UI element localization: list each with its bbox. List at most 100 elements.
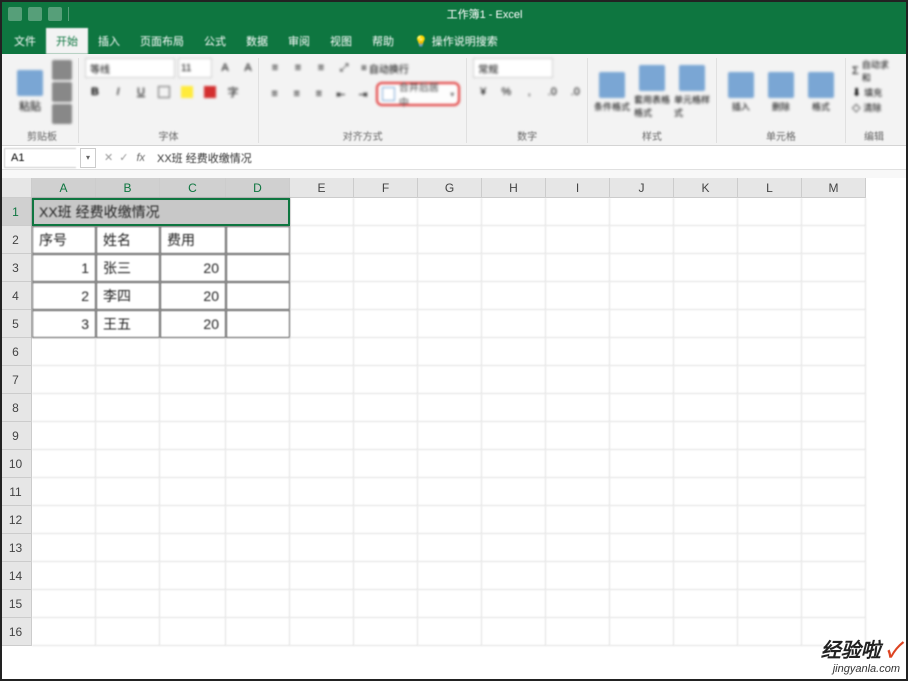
- clear-button[interactable]: ◇清除: [852, 101, 881, 114]
- cell-B10[interactable]: [96, 450, 160, 478]
- row-header-9[interactable]: 9: [0, 422, 32, 450]
- cell-B16[interactable]: [96, 618, 160, 646]
- comma-button[interactable]: ,: [519, 82, 539, 102]
- cell-C9[interactable]: [160, 422, 226, 450]
- cell-J13[interactable]: [610, 534, 674, 562]
- cell-H7[interactable]: [482, 366, 546, 394]
- cell-D3[interactable]: [226, 254, 290, 282]
- cell-B15[interactable]: [96, 590, 160, 618]
- col-header-I[interactable]: I: [546, 178, 610, 198]
- cell-C5[interactable]: 20: [160, 310, 226, 338]
- cell-E6[interactable]: [290, 338, 354, 366]
- cell-F6[interactable]: [354, 338, 418, 366]
- cell-M4[interactable]: [802, 282, 866, 310]
- align-left-button[interactable]: ≡: [265, 84, 284, 104]
- grow-font-button[interactable]: A: [215, 58, 235, 78]
- font-name-select[interactable]: [85, 58, 175, 78]
- cell-E4[interactable]: [290, 282, 354, 310]
- autosum-button[interactable]: Σ自动求和: [852, 58, 896, 84]
- delete-cells-button[interactable]: 删除: [763, 62, 799, 122]
- align-middle-button[interactable]: ≡: [288, 58, 308, 78]
- cell-H1[interactable]: [482, 198, 546, 226]
- cell-G9[interactable]: [418, 422, 482, 450]
- cell-F15[interactable]: [354, 590, 418, 618]
- font-size-select[interactable]: [178, 58, 212, 78]
- cell-E13[interactable]: [290, 534, 354, 562]
- cell-styles-button[interactable]: 单元格样式: [674, 62, 710, 122]
- row-header-4[interactable]: 4: [0, 282, 32, 310]
- cell-I5[interactable]: [546, 310, 610, 338]
- cell-K14[interactable]: [674, 562, 738, 590]
- fill-button[interactable]: ⬇填充: [852, 86, 882, 99]
- underline-button[interactable]: U: [131, 82, 151, 102]
- cell-L6[interactable]: [738, 338, 802, 366]
- cell-A8[interactable]: [32, 394, 96, 422]
- cell-E5[interactable]: [290, 310, 354, 338]
- cell-C12[interactable]: [160, 506, 226, 534]
- cell-F11[interactable]: [354, 478, 418, 506]
- col-header-C[interactable]: C: [160, 178, 226, 198]
- row-header-16[interactable]: 16: [0, 618, 32, 646]
- cell-C16[interactable]: [160, 618, 226, 646]
- spreadsheet-grid[interactable]: ABCDEFGHIJKLM1XX班 经费收缴情况2序号姓名费用31张三2042李…: [0, 178, 908, 652]
- cell-M8[interactable]: [802, 394, 866, 422]
- cell-H11[interactable]: [482, 478, 546, 506]
- cell-C7[interactable]: [160, 366, 226, 394]
- cell-G15[interactable]: [418, 590, 482, 618]
- row-header-15[interactable]: 15: [0, 590, 32, 618]
- bold-button[interactable]: B: [85, 82, 105, 102]
- cell-H4[interactable]: [482, 282, 546, 310]
- cell-F14[interactable]: [354, 562, 418, 590]
- cell-K10[interactable]: [674, 450, 738, 478]
- cell-K7[interactable]: [674, 366, 738, 394]
- cell-F4[interactable]: [354, 282, 418, 310]
- cell-L15[interactable]: [738, 590, 802, 618]
- cell-B4[interactable]: 李四: [96, 282, 160, 310]
- fx-icon[interactable]: fx: [136, 152, 151, 164]
- cell-G7[interactable]: [418, 366, 482, 394]
- cell-I16[interactable]: [546, 618, 610, 646]
- enter-formula-icon[interactable]: ✓: [119, 151, 128, 164]
- tab-view[interactable]: 视图: [320, 28, 362, 54]
- col-header-G[interactable]: G: [418, 178, 482, 198]
- cell-A5[interactable]: 3: [32, 310, 96, 338]
- cell-B7[interactable]: [96, 366, 160, 394]
- cell-C8[interactable]: [160, 394, 226, 422]
- save-icon[interactable]: [8, 7, 22, 21]
- cell-M6[interactable]: [802, 338, 866, 366]
- increase-decimal-button[interactable]: .0: [542, 82, 562, 102]
- conditional-format-button[interactable]: 条件格式: [594, 62, 630, 122]
- cell-A15[interactable]: [32, 590, 96, 618]
- cell-H15[interactable]: [482, 590, 546, 618]
- cell-L4[interactable]: [738, 282, 802, 310]
- cell-D15[interactable]: [226, 590, 290, 618]
- insert-cells-button[interactable]: 插入: [723, 62, 759, 122]
- align-top-button[interactable]: ≡: [265, 58, 285, 78]
- cell-D7[interactable]: [226, 366, 290, 394]
- cell-G6[interactable]: [418, 338, 482, 366]
- cell-F7[interactable]: [354, 366, 418, 394]
- cell-L9[interactable]: [738, 422, 802, 450]
- cell-E9[interactable]: [290, 422, 354, 450]
- cell-E8[interactable]: [290, 394, 354, 422]
- wrap-text-button[interactable]: ≡自动换行: [357, 61, 413, 76]
- cell-I2[interactable]: [546, 226, 610, 254]
- cell-G16[interactable]: [418, 618, 482, 646]
- cell-A2[interactable]: 序号: [32, 226, 96, 254]
- cell-M11[interactable]: [802, 478, 866, 506]
- cell-F2[interactable]: [354, 226, 418, 254]
- tab-review[interactable]: 审阅: [278, 28, 320, 54]
- cell-H10[interactable]: [482, 450, 546, 478]
- cell-E3[interactable]: [290, 254, 354, 282]
- cell-I7[interactable]: [546, 366, 610, 394]
- cell-G13[interactable]: [418, 534, 482, 562]
- cell-L7[interactable]: [738, 366, 802, 394]
- cell-M9[interactable]: [802, 422, 866, 450]
- cell-G5[interactable]: [418, 310, 482, 338]
- shrink-font-button[interactable]: A: [238, 58, 258, 78]
- tab-data[interactable]: 数据: [236, 28, 278, 54]
- cell-G1[interactable]: [418, 198, 482, 226]
- italic-button[interactable]: I: [108, 82, 128, 102]
- cell-D4[interactable]: [226, 282, 290, 310]
- cell-K4[interactable]: [674, 282, 738, 310]
